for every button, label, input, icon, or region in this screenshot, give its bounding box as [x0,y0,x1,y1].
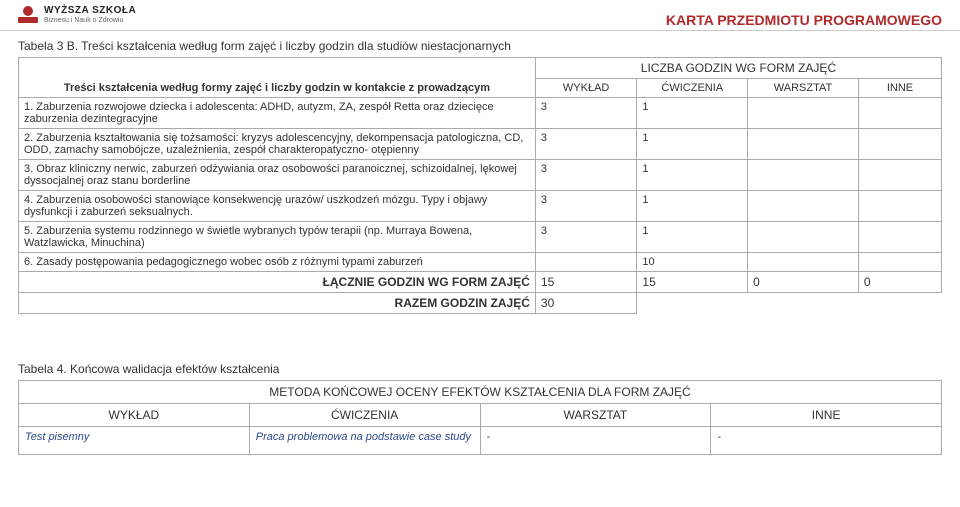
table-row: 3. Obraz kliniczny nerwic, zaburzeń odży… [19,160,942,191]
page-title: KARTA PRZEDMIOTU PROGRAMOWEGO [666,6,942,28]
table4-val-cwiczenia: Praca problemowa na podstawie case study [249,427,480,455]
table3-col-warsztat: WARSZTAT [748,79,859,98]
table3-col-inne: INNE [858,79,941,98]
row-c4 [858,222,941,253]
table3: Treści kształcenia według formy zajęć i … [18,57,942,314]
table-row: 4. Zaburzenia osobowości stanowiące kons… [19,191,942,222]
row-c2: 1 [637,191,748,222]
row-c4 [858,253,941,272]
table3-subtitle: Treści kształcenia według formy zajęć i … [64,82,490,94]
table-row: 1. Zaburzenia rozwojowe dziecka i adoles… [19,98,942,129]
row-num: 1. [24,101,33,113]
table3-grand-row: RAZEM GODZIN ZAJĘĆ 30 [19,293,942,314]
row-c3 [748,191,859,222]
table-row: 6. Zasady postępowania pedagogicznego wo… [19,253,942,272]
table4-val-inne: - [711,427,942,455]
totals-c4: 0 [858,272,941,293]
logo-icon [18,6,38,23]
row-num: 4. [24,194,33,206]
row-c3 [748,129,859,160]
row-num: 2. [24,132,33,144]
row-c1: 3 [535,129,637,160]
totals-c2: 15 [637,272,748,293]
row-text: Zaburzenia kształtowania się tożsamości:… [24,132,523,156]
row-c4 [858,160,941,191]
table4-val-wyklad: Test pisemny [19,427,250,455]
row-c4 [858,191,941,222]
logo-line1: WYŻSZA SZKOŁA [44,6,136,17]
table4-caption: Tabela 4. Końcowa walidacja efektów kszt… [18,362,942,376]
table3-col-wyklad: WYKŁAD [535,79,637,98]
table3-col-cwiczenia: ĆWICZENIA [637,79,748,98]
totals-c1: 15 [535,272,637,293]
grand-value: 30 [535,293,637,314]
row-c4 [858,98,941,129]
page-header: WYŻSZA SZKOŁA Biznesu i Nauk o Zdrowiu K… [0,0,960,31]
row-num: 5. [24,225,33,237]
row-c2: 1 [637,129,748,160]
table3-caption: Tabela 3 B. Treści kształcenia według fo… [18,39,942,53]
table4-val-warsztat: - [480,427,711,455]
grand-label: RAZEM GODZIN ZAJĘĆ [19,293,536,314]
row-c1: 3 [535,160,637,191]
table-row: 5. Zaburzenia systemu rodzinnego w świet… [19,222,942,253]
row-c2: 1 [637,160,748,191]
row-num: 6. [24,256,33,268]
logo: WYŻSZA SZKOŁA Biznesu i Nauk o Zdrowiu [18,6,136,24]
row-c3 [748,222,859,253]
row-num: 3. [24,163,33,175]
table4-col-inne: INNE [711,404,942,427]
row-c2: 10 [637,253,748,272]
row-text: Zaburzenia rozwojowe dziecka i adolescen… [24,101,494,125]
row-text: Zaburzenia osobowości stanowiące konsekw… [24,194,487,218]
row-c4 [858,129,941,160]
table4-col-wyklad: WYKŁAD [19,404,250,427]
row-c1: 3 [535,191,637,222]
row-text: Zasady postępowania pedagogicznego wobec… [36,256,422,268]
table3-group-header: LICZBA GODZIN WG FORM ZAJĘĆ [535,58,941,79]
row-c3 [748,160,859,191]
row-text: Obraz kliniczny nerwic, zaburzeń odżywia… [24,163,517,187]
table3-totals-row: ŁĄCZNIE GODZIN WG FORM ZAJĘĆ 15 15 0 0 [19,272,942,293]
row-c1: 3 [535,222,637,253]
table4: METODA KOŃCOWEJ OCENY EFEKTÓW KSZTAŁCENI… [18,380,942,455]
table4-banner: METODA KOŃCOWEJ OCENY EFEKTÓW KSZTAŁCENI… [19,381,942,404]
row-c3 [748,98,859,129]
table-row: 2. Zaburzenia kształtowania się tożsamoś… [19,129,942,160]
row-c2: 1 [637,98,748,129]
row-c2: 1 [637,222,748,253]
table4-col-warsztat: WARSZTAT [480,404,711,427]
logo-line2: Biznesu i Nauk o Zdrowiu [44,17,136,24]
row-c3 [748,253,859,272]
totals-c3: 0 [748,272,859,293]
row-c1 [535,253,637,272]
row-text: Zaburzenia systemu rodzinnego w świetle … [24,225,472,249]
totals-label: ŁĄCZNIE GODZIN WG FORM ZAJĘĆ [19,272,536,293]
table4-col-cwiczenia: ĆWICZENIA [249,404,480,427]
row-c1: 3 [535,98,637,129]
